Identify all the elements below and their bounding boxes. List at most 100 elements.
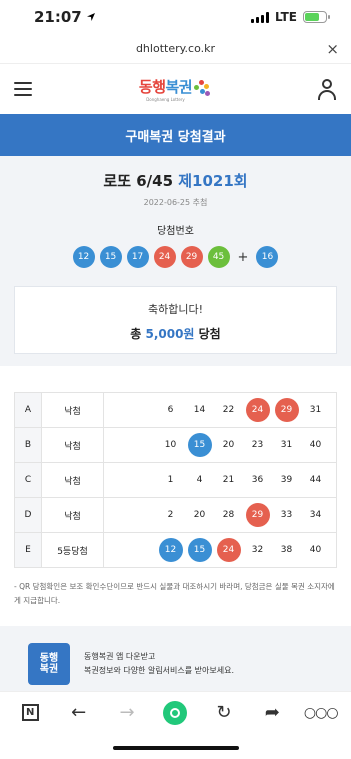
clock: 21:07 [34,8,82,26]
total-prefix: 총 [130,327,146,341]
ticket-number: 44 [309,475,322,485]
app-header: 동행복권 Donghaeng Lottery [0,64,351,114]
ticket-number: 23 [251,440,264,450]
ticket-number: 28 [222,510,235,520]
draw-round: 제1021회 [178,172,248,190]
ticket-number: 2 [167,510,174,520]
matched-number: 12 [158,538,183,562]
row-status: 낙첨 [41,427,104,463]
table-row: C 낙첨 1 4 21 36 39 44 [14,462,337,498]
row-status: 5등당첨 [41,532,104,568]
winning-numbers-label: 당첨번호 [157,226,194,237]
url-text: dhlottery.co.kr [135,42,216,55]
draw-date: 2022-06-25 추첨 [143,198,208,207]
ticket-number: 32 [251,545,264,555]
row-label: C [14,462,42,498]
qr-notice: - QR 당첨확인은 보조 확인수단이므로 반드시 실물과 대조하시기 바라며,… [0,568,351,626]
matched-number: 24 [216,538,241,562]
share-icon[interactable]: ➦ [257,698,287,728]
ticket-number: 20 [193,510,206,520]
battery-icon [303,11,330,23]
row-numbers: 12 15 24 32 38 40 [103,532,337,568]
n-icon: N [21,704,39,721]
app-logo-text: 동행 복권 [39,653,59,675]
draw-result-section: 로또 6/45 제1021회 2022-06-25 추첨 당첨번호 12 15 17… [0,156,351,366]
winning-ball: 17 [126,246,149,268]
ticket-number: 36 [251,475,264,485]
promo-line-2: 복권정보와 다양한 알림서비스를 받아보세요. [84,666,235,675]
logo[interactable]: 동행복권 Donghaeng Lottery [138,76,211,102]
logo-text-red: 동행 [138,78,166,96]
ticket-number: 39 [280,475,293,485]
row-numbers: 1 4 21 36 39 44 [103,462,337,498]
prize-amount: 5,000원 [145,327,195,341]
matched-number: 29 [274,398,299,422]
status-bar: 21:07 LTE [0,0,351,34]
ticket-number: 31 [280,440,293,450]
winning-numbers: 12 15 17 24 29 45 +16 [0,246,351,268]
matched-number: 15 [187,538,212,562]
ticket-number: 10 [164,440,177,450]
row-status: 낙첨 [41,462,104,498]
close-icon[interactable]: × [326,40,339,58]
row-label: B [14,427,42,463]
logo-subtitle: Donghaeng Lottery [146,97,185,102]
forward-arrow-icon[interactable]: → [112,698,142,728]
row-numbers: 10 15 20 23 31 40 [103,427,337,463]
ticket-number: 33 [280,510,293,520]
ticket-number: 38 [280,545,293,555]
ticket-number: 4 [196,475,203,485]
winning-ball: 45 [207,246,230,268]
plus-sign: + [237,249,249,265]
table-row: B 낙첨 10 15 20 23 31 40 [14,427,337,463]
ticket-number: 40 [309,545,322,555]
status-time: 21:07 [34,8,96,26]
page-title: 구매복권 당첨결과 [0,114,351,156]
ticket-number: 31 [309,405,322,415]
game-name: 로또 6/45 [103,172,179,190]
row-label: A [14,392,42,428]
winning-ball: 29 [180,246,203,268]
hamburger-menu-icon[interactable] [14,82,32,96]
table-row: D 낙첨 2 20 28 29 33 34 [14,497,337,533]
reload-icon[interactable]: ↻ [209,698,239,728]
ticket-number: 14 [193,405,206,415]
row-status: 낙첨 [41,497,104,533]
signal-icon [250,11,269,23]
table-row: A 낙첨 6 14 22 24 29 31 [14,392,337,428]
user-icon[interactable] [317,79,337,100]
back-arrow-icon[interactable]: ← [64,698,94,728]
promo-line-1: 동행복권 앱 다운받고 [84,652,156,661]
logo-text-blue: 복권 [165,78,193,96]
green-dot-button[interactable] [160,698,190,728]
matched-number: 15 [187,433,212,457]
congrats-total: 총 5,000원 당첨 [15,325,336,342]
more-icon[interactable]: ○○○ [304,698,339,728]
row-numbers: 2 20 28 29 33 34 [103,497,337,533]
url-bar[interactable]: dhlottery.co.kr × [0,34,351,64]
naver-home-button[interactable]: N [15,698,45,728]
total-suffix: 당첨 [194,327,221,341]
logo-mark-icon [194,80,211,98]
ticket-number: 22 [222,405,235,415]
app-logo-icon: 동행 복권 [28,643,70,685]
ticket-number: 1 [167,475,174,485]
row-label: D [14,497,42,533]
ticket-number: 34 [309,510,322,520]
home-indicator[interactable] [113,746,239,750]
bonus-ball: 16 [256,246,279,268]
winning-ball: 12 [72,246,95,268]
row-numbers: 6 14 22 24 29 31 [103,392,337,428]
draw-title: 로또 6/45 제1021회 [0,170,351,191]
table-row: E 5등당첨 12 15 24 32 38 40 [14,532,337,568]
results-table: A 낙첨 6 14 22 24 29 31 B 낙첨 10 15 20 23 31 40 C 낙첨 1 4 21 36 39… [14,392,337,568]
row-status: 낙첨 [41,392,104,428]
location-arrow-icon [86,13,95,21]
ticket-number: 40 [309,440,322,450]
winning-ball: 24 [153,246,176,268]
network-label: LTE [274,10,297,24]
ticket-number: 21 [222,475,235,485]
ticket-number: 6 [167,405,174,415]
congrats-box: 축하합니다! 총 5,000원 당첨 [14,286,337,354]
matched-number: 29 [245,503,270,527]
